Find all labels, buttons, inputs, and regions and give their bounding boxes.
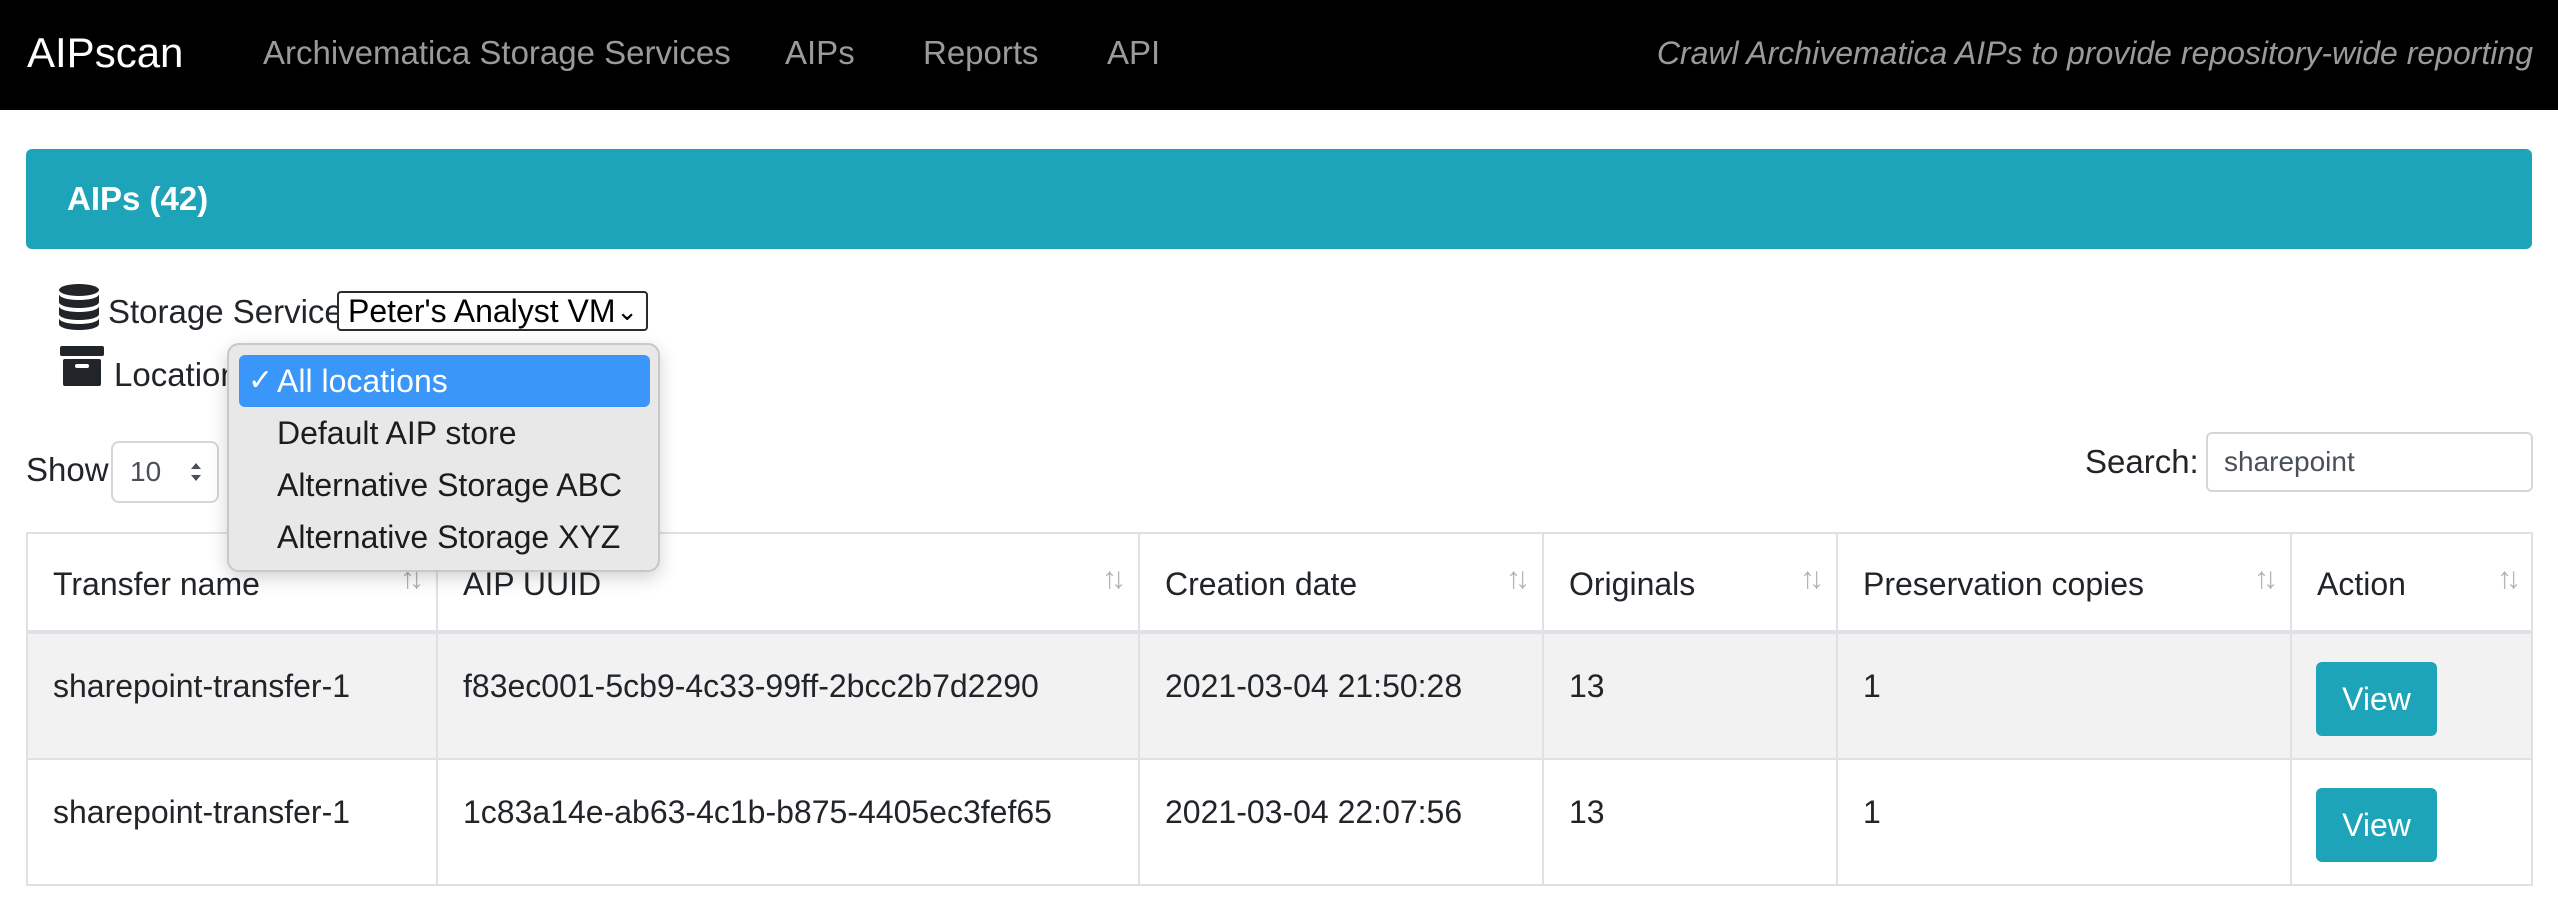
table-row: sharepoint-transfer-1 1c83a14e-ab63-4c1b… [26, 760, 2533, 886]
cell-transfer-name: sharepoint-transfer-1 [53, 668, 351, 704]
top-navbar: AIPscan Archivematica Storage Services A… [0, 0, 2558, 110]
archive-icon [60, 346, 104, 386]
cell-transfer-name: sharepoint-transfer-1 [53, 794, 351, 830]
show-entries-label: Show [26, 451, 109, 488]
cell-originals: 13 [1569, 668, 1605, 704]
storage-service-select[interactable]: Peter's Analyst VM ⌄ [337, 291, 648, 331]
nav-link-api[interactable]: API [1107, 30, 1160, 76]
show-entries-select[interactable]: 10 [111, 441, 219, 503]
nav-link-aips[interactable]: AIPs [785, 30, 855, 76]
cell-originals: 13 [1569, 794, 1605, 830]
show-entries-value: 10 [130, 456, 162, 487]
nav-link-reports[interactable]: Reports [923, 30, 1039, 76]
location-option-all[interactable]: ✓ All locations [239, 355, 650, 407]
location-option-alternative-abc[interactable]: Alternative Storage ABC [239, 459, 650, 511]
sort-icon: ↑↓ [1102, 562, 1126, 595]
cell-preservation-copies: 1 [1863, 794, 1881, 830]
sort-icon: ↑↓ [1800, 562, 1824, 595]
cell-creation-date: 2021-03-04 22:07:56 [1165, 794, 1463, 830]
storage-service-label: Storage Service [108, 293, 343, 330]
storage-service-value: Peter's Analyst VM [348, 293, 616, 329]
view-button[interactable]: View [2316, 662, 2437, 736]
sort-icon: ↑↓ [2497, 562, 2521, 595]
checkmark-icon: ✓ [248, 364, 274, 397]
column-header-creation-date[interactable]: Creation date ↑↓ [1138, 534, 1542, 630]
location-label: Location [114, 356, 239, 393]
select-arrows-icon [191, 463, 201, 481]
brand-logo-text[interactable]: AIPscan [27, 26, 183, 80]
page-title: AIPs (42) [67, 180, 209, 217]
nav-link-storage-services[interactable]: Archivematica Storage Services [263, 30, 731, 76]
column-header-action[interactable]: Action ↑↓ [2290, 534, 2533, 630]
search-input[interactable]: sharepoint [2206, 432, 2533, 492]
cell-preservation-copies: 1 [1863, 668, 1881, 704]
location-dropdown-menu: ✓ All locations Default AIP store Altern… [227, 343, 660, 572]
column-header-preservation-copies[interactable]: Preservation copies ↑↓ [1836, 534, 2290, 630]
column-header-originals[interactable]: Originals ↑↓ [1542, 534, 1836, 630]
sort-icon: ↑↓ [2254, 562, 2278, 595]
chevron-down-icon: ⌄ [616, 296, 638, 326]
database-icon [59, 284, 99, 330]
view-button[interactable]: View [2316, 788, 2437, 862]
aips-card-header: AIPs (42) [26, 149, 2532, 249]
location-option-alternative-xyz[interactable]: Alternative Storage XYZ [239, 511, 650, 563]
location-option-default-aip-store[interactable]: Default AIP store [239, 407, 650, 459]
search-label: Search: [2085, 443, 2199, 480]
navbar-tagline: Crawl Archivematica AIPs to provide repo… [1656, 35, 2533, 71]
cell-aip-uuid: f83ec001-5cb9-4c33-99ff-2bcc2b7d2290 [463, 668, 1039, 704]
table-row: sharepoint-transfer-1 f83ec001-5cb9-4c33… [26, 634, 2533, 760]
cell-creation-date: 2021-03-04 21:50:28 [1165, 668, 1463, 704]
sort-icon: ↑↓ [1506, 562, 1530, 595]
cell-aip-uuid: 1c83a14e-ab63-4c1b-b875-4405ec3fef65 [463, 794, 1052, 830]
